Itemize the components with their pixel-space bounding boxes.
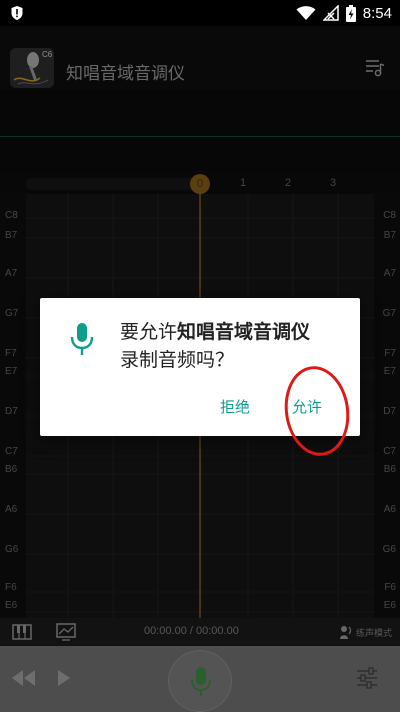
signal-icon <box>322 5 339 21</box>
deny-button[interactable]: 拒绝 <box>220 396 250 417</box>
microphone-icon <box>70 323 94 355</box>
wifi-icon <box>296 6 316 20</box>
message-prefix: 要允许 <box>120 321 178 343</box>
status-time: 8:54 <box>362 4 392 22</box>
app-name: 知唱音域音调仪 <box>177 321 311 343</box>
alert-icon <box>11 6 23 20</box>
battery-icon <box>345 4 356 22</box>
message-suffix: 录制音频吗？ <box>120 349 235 371</box>
status-bar: 8:54 <box>0 0 400 26</box>
